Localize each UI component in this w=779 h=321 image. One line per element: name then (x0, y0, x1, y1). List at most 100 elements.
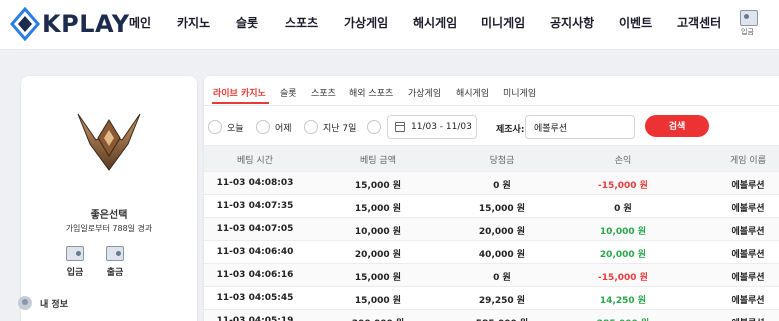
cell-profit: 14,250 원 (599, 296, 647, 306)
cell-game-name: 에볼루션 (731, 204, 765, 214)
wallet-icon (106, 246, 124, 261)
nav-item-mini-game[interactable]: 미니게임 (481, 14, 525, 31)
deposit-button[interactable]: 입금 (60, 246, 90, 278)
nav-item-slot[interactable]: 슬롯 (236, 14, 258, 31)
period-today-radio[interactable]: 오늘 (208, 120, 244, 134)
nav-item-virtual-game[interactable]: 가상게임 (344, 14, 388, 31)
betting-history-table: 베팅 시간 베팅 금액 당첨금 손익 게임 이름 11-03 04:08:03 1… (204, 145, 779, 321)
username: 좋은선택 (90, 210, 128, 221)
wallet-icon (66, 246, 84, 261)
table-header: 베팅 시간 베팅 금액 당첨금 손익 게임 이름 (204, 145, 779, 171)
cell-bet-amount: 15,000 원 (354, 181, 402, 191)
nav-item-support[interactable]: 고객센터 (677, 14, 721, 31)
cell-bet-time: 11-03 04:06:16 (216, 270, 294, 280)
cell-payout: 0 원 (493, 273, 511, 283)
period-last7-label: 지난 7일 (323, 123, 357, 134)
period-custom-radio[interactable] (367, 120, 381, 134)
user-icon (18, 296, 32, 310)
nav-item-notice[interactable]: 공지사항 (550, 14, 594, 31)
nav-item-sports[interactable]: 스포츠 (285, 14, 318, 31)
radio-circle-icon (208, 120, 222, 134)
cell-bet-time: 11-03 04:07:35 (216, 201, 294, 211)
nav-item-event[interactable]: 이벤트 (619, 14, 652, 31)
table-row: 11-03 04:06:40 20,000 원 40,000 원 20,000 원 에볼… (204, 240, 779, 263)
tab-sports[interactable]: 스포츠 (311, 86, 336, 99)
date-range-picker[interactable]: 11/03 - 11/03 (387, 115, 477, 139)
cell-game-name: 에볼루션 (731, 316, 764, 321)
withdraw-button[interactable]: 출금 (100, 246, 130, 278)
cell-bet-amount: 300,000 원 (352, 316, 404, 321)
cell-profit: 20,000 원 (599, 250, 647, 260)
cell-payout: 29,250 원 (478, 296, 526, 306)
cell-profit: 0 원 (614, 204, 632, 214)
cell-profit: -15,000 원 (598, 273, 648, 283)
period-yesterday-label: 어제 (275, 123, 292, 134)
nav-item-main[interactable]: 메인 (129, 14, 151, 31)
login-label[interactable]: 입금 (741, 27, 754, 37)
cell-profit: -15,000 원 (598, 181, 648, 191)
table-row: 11-03 04:07:05 10,000 원 20,000 원 10,000 원 에볼… (204, 217, 779, 240)
tab-hash-game[interactable]: 해시게임 (456, 86, 489, 99)
table-row: 11-03 04:05:45 15,000 원 29,250 원 14,250 원 에볼… (204, 286, 779, 309)
cell-game-name: 에볼루션 (731, 296, 765, 306)
vendor-input[interactable] (525, 115, 635, 139)
filter-bar: 오늘 어제 지난 7일 11/03 - 11/03 제조사: 검색 (204, 112, 779, 142)
radio-circle-icon (256, 120, 270, 134)
tab-mini-game[interactable]: 미니게임 (503, 86, 536, 99)
cell-bet-time: 11-03 04:06:40 (216, 247, 294, 257)
period-today-label: 오늘 (227, 123, 244, 134)
active-tab-indicator (212, 102, 269, 104)
cell-profit: 10,000 원 (599, 227, 647, 237)
cell-bet-time: 11-03 04:08:03 (216, 178, 294, 188)
nav-item-casino[interactable]: 카지노 (177, 14, 210, 31)
cell-bet-amount: 15,000 원 (354, 204, 402, 214)
cell-bet-time: 11-03 04:05:19 (216, 316, 294, 321)
cell-bet-amount: 15,000 원 (354, 273, 402, 283)
rank-emblem-icon (77, 113, 141, 171)
top-navigation-bar: KPLAY 메인 카지노 슬롯 스포츠 가상게임 해시게임 미니게임 공지사항 … (0, 0, 779, 50)
main-nav: 메인 카지노 슬롯 스포츠 가상게임 해시게임 미니게임 공지사항 이벤트 고객… (0, 0, 779, 50)
column-header-game-name: 게임 이름 (730, 156, 766, 166)
cell-payout: 40,000 원 (478, 250, 526, 260)
search-button[interactable]: 검색 (645, 115, 709, 137)
date-range-value: 11/03 - 11/03 (411, 122, 472, 132)
withdraw-label: 출금 (106, 268, 124, 278)
nav-item-hash-game[interactable]: 해시게임 (413, 14, 457, 31)
betting-history-panel: 라이브 카지노 슬롯 스포츠 해외 스포츠 가상게임 해시게임 미니게임 오늘 … (204, 76, 779, 321)
profile-sidebar: 좋은선택 가입일로부터 788일 경과 입금 출금 (21, 76, 197, 321)
cell-game-name: 에볼루션 (731, 273, 765, 283)
period-yesterday-radio[interactable]: 어제 (256, 120, 292, 134)
cell-game-name: 에볼루션 (731, 181, 765, 191)
column-header-bet-time: 베팅 시간 (237, 156, 273, 166)
wallet-icon[interactable] (740, 10, 758, 26)
cell-bet-time: 11-03 04:05:45 (216, 293, 294, 303)
radio-circle-icon (304, 120, 318, 134)
column-header-bet-amount: 베팅 금액 (360, 156, 396, 166)
tab-overseas-sports[interactable]: 해외 스포츠 (349, 86, 393, 99)
cell-payout: 585,000 원 (476, 316, 528, 321)
tab-virtual-game[interactable]: 가상게임 (408, 86, 441, 99)
game-category-tabs: 라이브 카지노 슬롯 스포츠 해외 스포츠 가상게임 해시게임 미니게임 (204, 76, 779, 106)
cell-bet-time: 11-03 04:07:05 (216, 224, 294, 234)
cell-bet-amount: 15,000 원 (354, 296, 402, 306)
cell-payout: 0 원 (493, 181, 511, 191)
cell-bet-amount: 20,000 원 (354, 250, 402, 260)
period-last7-radio[interactable]: 지난 7일 (304, 120, 356, 134)
table-row: 11-03 04:05:19 300,000 원 585,000 원 285,000 … (204, 309, 779, 321)
cell-profit: 285,000 원 (597, 316, 649, 321)
joined-days: 가입일로부터 788일 경과 (65, 224, 153, 233)
table-row: 11-03 04:08:03 15,000 원 0 원 -15,000 원 에볼루션 (204, 171, 779, 194)
column-header-payout: 당첨금 (489, 156, 515, 166)
cell-game-name: 에볼루션 (731, 227, 765, 237)
calendar-icon (395, 122, 405, 132)
cell-payout: 20,000 원 (478, 227, 526, 237)
my-info-link[interactable]: 내 정보 (18, 296, 68, 310)
deposit-label: 입금 (66, 268, 84, 278)
radio-circle-icon (367, 120, 381, 134)
table-body: 11-03 04:08:03 15,000 원0 원 -15,000 원 에볼루션 11… (204, 171, 779, 321)
tab-slot[interactable]: 슬롯 (280, 86, 297, 99)
cell-payout: 15,000 원 (478, 204, 526, 214)
vendor-label: 제조사: (496, 125, 525, 135)
tab-live-casino[interactable]: 라이브 카지노 (213, 86, 266, 99)
column-header-profit: 손익 (614, 156, 632, 166)
